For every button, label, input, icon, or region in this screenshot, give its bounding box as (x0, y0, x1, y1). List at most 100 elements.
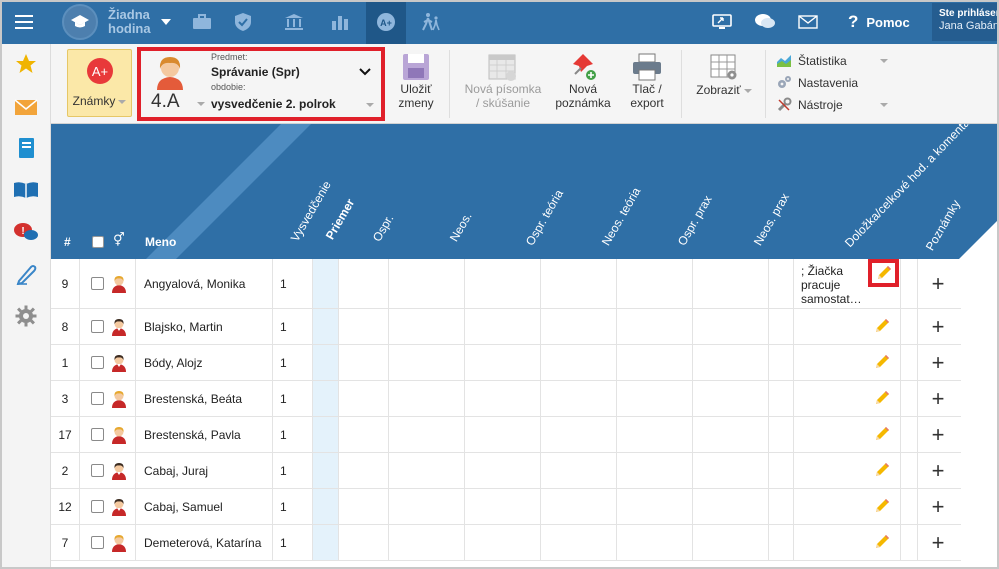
shield-icon[interactable] (223, 0, 263, 44)
absence-cell[interactable] (465, 453, 541, 488)
certificate-grade[interactable]: 1 (273, 525, 313, 560)
absence-cell[interactable] (465, 259, 541, 308)
gear-icon[interactable] (13, 304, 39, 328)
edit-comment-button-highlighted[interactable] (868, 259, 899, 287)
select-all-checkbox[interactable] (92, 236, 104, 248)
absence-cell[interactable] (339, 259, 389, 308)
certificate-grade[interactable]: 1 (273, 259, 313, 308)
row-checkbox[interactable] (91, 464, 104, 477)
absence-cell[interactable] (389, 309, 465, 344)
pen-icon[interactable] (13, 262, 39, 286)
student-name[interactable]: Cabaj, Samuel (136, 489, 273, 524)
absence-cell[interactable] (693, 453, 769, 488)
absence-cell[interactable] (541, 309, 617, 344)
star-icon[interactable] (13, 52, 39, 76)
comment-cell[interactable] (794, 489, 901, 524)
pencil-icon[interactable] (874, 498, 890, 514)
row-checkbox[interactable] (91, 392, 104, 405)
table-row[interactable]: 3 Brestenská, Beáta 1 + (51, 381, 961, 417)
grade-icon[interactable]: A+ (366, 0, 406, 44)
plus-icon[interactable]: + (932, 495, 945, 518)
certificate-grade[interactable]: 1 (273, 345, 313, 380)
row-checkbox[interactable] (91, 536, 104, 549)
walk-icon[interactable] (411, 0, 451, 44)
pencil-icon[interactable] (874, 462, 890, 478)
view-button[interactable]: Zobraziť (689, 44, 759, 124)
lesson-selector[interactable]: Žiadna hodina (62, 4, 171, 40)
col-priemer[interactable]: Priemer (323, 196, 357, 242)
settings-menu[interactable]: Nastavenia (776, 72, 888, 94)
absence-cell[interactable] (389, 381, 465, 416)
table-row[interactable]: 8 Blajsko, Martin 1 + (51, 309, 961, 345)
bank-icon[interactable] (274, 0, 314, 44)
absence-cell[interactable] (541, 345, 617, 380)
comment-cell[interactable] (794, 309, 901, 344)
absence-cell[interactable] (769, 525, 794, 560)
absence-cell[interactable] (339, 309, 389, 344)
mail-icon[interactable] (788, 0, 828, 44)
absence-cell[interactable] (339, 453, 389, 488)
comment-cell[interactable] (794, 381, 901, 416)
absence-cell[interactable] (769, 345, 794, 380)
certificate-grade[interactable]: 1 (273, 381, 313, 416)
grades-button[interactable]: A+ Známky (67, 49, 132, 117)
plus-icon[interactable]: + (932, 351, 945, 374)
chat-icon[interactable] (745, 0, 785, 44)
comment-cell[interactable] (794, 453, 901, 488)
row-checkbox[interactable] (91, 277, 104, 290)
plus-icon[interactable]: + (932, 423, 945, 446)
print-export-button[interactable]: Tlač / export (621, 44, 673, 124)
absence-cell[interactable] (389, 453, 465, 488)
class-chevron-icon[interactable] (197, 102, 205, 106)
col-ospr-teoria[interactable]: Ospr. teória (523, 187, 566, 248)
absence-cell[interactable] (693, 525, 769, 560)
certificate-grade[interactable]: 1 (273, 417, 313, 452)
briefcase-icon[interactable] (182, 0, 222, 44)
absence-cell[interactable] (465, 381, 541, 416)
absence-cell[interactable] (541, 259, 617, 308)
absence-cell[interactable] (769, 417, 794, 452)
absence-cell[interactable] (769, 309, 794, 344)
absence-cell[interactable] (389, 259, 465, 308)
absence-cell[interactable] (339, 381, 389, 416)
absence-cell[interactable] (541, 489, 617, 524)
plus-icon[interactable]: + (932, 315, 945, 338)
absence-cell[interactable] (465, 309, 541, 344)
pencil-icon[interactable] (874, 390, 890, 406)
absence-cell[interactable] (769, 381, 794, 416)
comment-cell[interactable] (794, 525, 901, 560)
plus-icon[interactable]: + (932, 272, 945, 295)
absence-cell[interactable] (693, 489, 769, 524)
notebook-icon[interactable] (13, 136, 39, 160)
absence-cell[interactable] (693, 309, 769, 344)
student-name[interactable]: Blajsko, Martin (136, 309, 273, 344)
absence-cell[interactable] (693, 417, 769, 452)
table-row[interactable]: 2 Cabaj, Juraj 1 + (51, 453, 961, 489)
col-ospr[interactable]: Ospr. (370, 212, 396, 244)
hamburger-menu-icon[interactable] (6, 6, 42, 38)
col-ospr-prax[interactable]: Ospr. prax (675, 193, 715, 248)
absence-cell[interactable] (693, 381, 769, 416)
statistics-menu[interactable]: Štatistika (776, 50, 888, 72)
row-checkbox[interactable] (91, 428, 104, 441)
screen-share-icon[interactable] (702, 0, 742, 44)
table-row[interactable]: 17 Brestenská, Pavla 1 + (51, 417, 961, 453)
student-name[interactable]: Brestenská, Beáta (136, 381, 273, 416)
table-row[interactable]: 1 Bódy, Alojz 1 + (51, 345, 961, 381)
absence-cell[interactable] (617, 525, 693, 560)
tools-menu[interactable]: Nástroje (776, 94, 888, 116)
student-name[interactable]: Brestenská, Pavla (136, 417, 273, 452)
absence-cell[interactable] (465, 345, 541, 380)
plus-icon[interactable]: + (932, 531, 945, 554)
table-row[interactable]: 12 Cabaj, Samuel 1 + (51, 489, 961, 525)
absence-cell[interactable] (465, 489, 541, 524)
absence-cell[interactable] (617, 345, 693, 380)
period-chevron-icon[interactable] (366, 103, 374, 107)
help-button[interactable]: ? Pomoc (848, 12, 910, 32)
absence-cell[interactable] (339, 417, 389, 452)
absence-cell[interactable] (389, 525, 465, 560)
absence-cell[interactable] (339, 345, 389, 380)
absence-cell[interactable] (339, 525, 389, 560)
user-info[interactable]: Ste prihlásen Jana Gabán (932, 3, 999, 41)
pencil-icon[interactable] (874, 426, 890, 442)
